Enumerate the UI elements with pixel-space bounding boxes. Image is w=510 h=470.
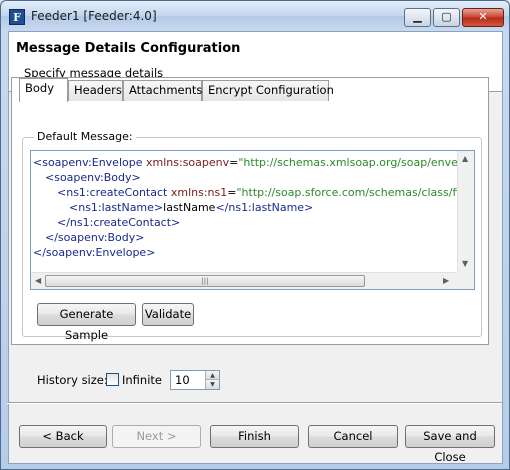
save-and-close-button[interactable]: Save and Close [405,425,495,464]
history-size-value[interactable]: 10 [175,373,190,387]
history-size-label: History size: [37,373,108,387]
spin-down-arrow-icon[interactable]: ▼ [205,380,219,389]
next-button[interactable]: Next > [112,425,201,448]
window-title: Feeder1 [Feeder:4.0] [31,9,157,23]
code-line-4: <ns1:lastName>lastName</ns1:lastName> [69,201,314,214]
back-button[interactable]: < Back [19,425,107,448]
cancel-button[interactable]: Cancel [308,425,398,448]
tab-body[interactable]: Body [19,78,68,102]
tab-headers[interactable]: Headers [68,80,123,101]
infinite-checkbox[interactable] [106,373,119,386]
footer-divider [7,402,502,404]
finish-button[interactable]: Finish [210,425,299,448]
code-line-1: <soapenv:Envelope xmlns:soapenv="http://… [33,156,468,169]
horizontal-scrollbar[interactable]: ◀ ||| ▶ [31,272,457,289]
infinite-label[interactable]: Infinite [122,373,162,387]
vertical-scrollbar[interactable]: ▲ ▼ [457,151,474,274]
tab-encrypt-configuration[interactable]: Encrypt Configuration [202,80,334,101]
code-line-5: </ns1:createContact> [57,216,181,229]
title-bar[interactable]: F Feeder1 [Feeder:4.0] ▁ ▢ ✕ [1,1,509,31]
tab-attachments[interactable]: Attachments [123,80,202,101]
horizontal-scroll-thumb[interactable]: ||| [45,275,365,287]
generate-sample-button[interactable]: Generate Sample [37,303,136,342]
spin-up-arrow-icon[interactable]: ▲ [205,371,219,380]
close-button[interactable]: ✕ [462,8,504,27]
app-icon: F [9,9,25,25]
code-line-2: <soapenv:Body> [45,171,141,184]
page-title: Message Details Configuration [16,41,241,56]
scroll-down-arrow-icon[interactable]: ▼ [462,259,468,268]
validate-button[interactable]: Validate [142,303,194,326]
code-line-3: <ns1:createContact xmlns:ns1="http://soa… [57,186,467,199]
scroll-corner [457,272,474,289]
scroll-up-arrow-icon[interactable]: ▲ [462,154,468,163]
default-message-label: Default Message: [34,130,136,143]
history-size-spinner[interactable]: 10 ▲ ▼ [170,370,220,390]
message-editor[interactable]: <soapenv:Envelope xmlns:soapenv="http://… [30,150,475,290]
scroll-right-arrow-icon[interactable]: ▶ [443,276,449,285]
maximize-button[interactable]: ▢ [433,8,460,27]
scroll-left-arrow-icon[interactable]: ◀ [35,276,41,285]
minimize-button[interactable]: ▁ [404,8,431,27]
code-line-7: </soapenv:Envelope> [33,246,156,259]
code-line-6: </soapenv:Body> [45,231,145,244]
